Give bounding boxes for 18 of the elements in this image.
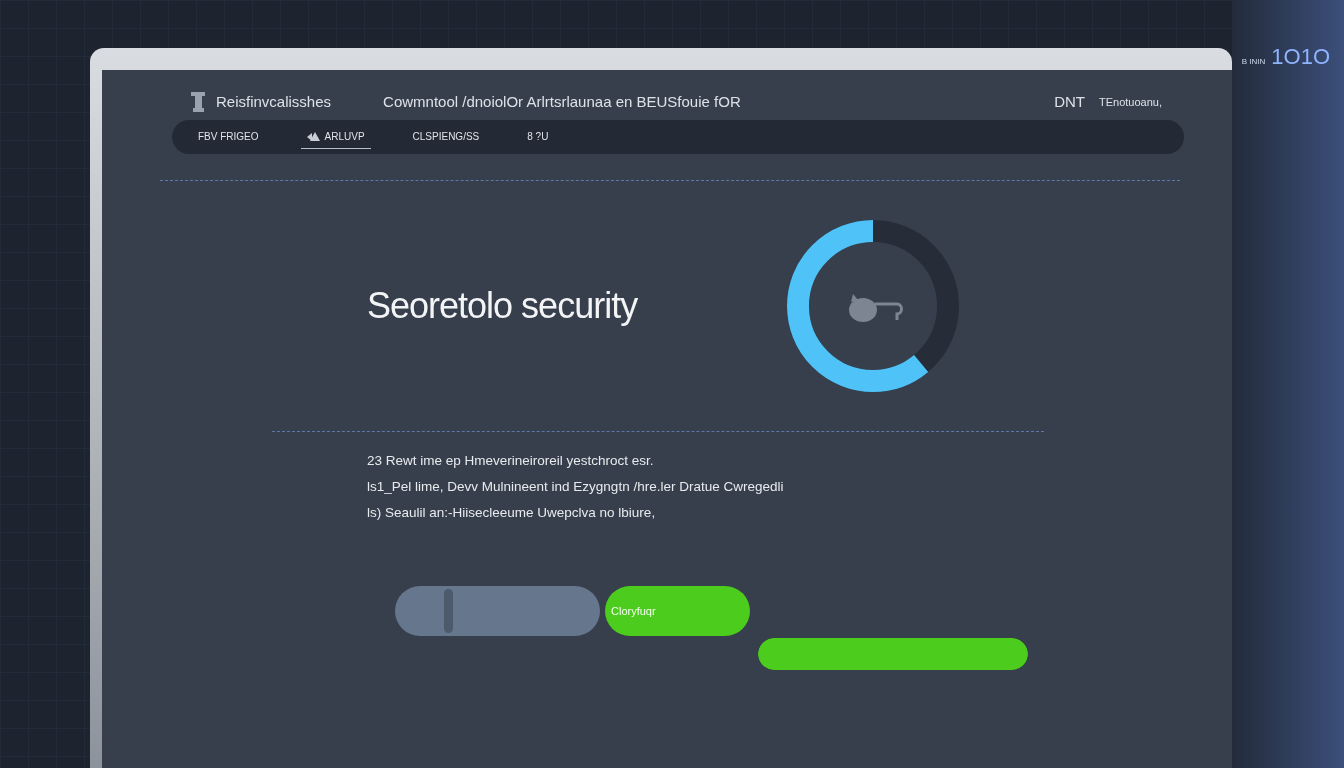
header-code: DNT	[1054, 91, 1085, 112]
tab[interactable]: FBV FRIGEO	[192, 125, 265, 149]
tab[interactable]: CLSPIENG/SS	[406, 125, 486, 149]
header-status: TEnotuoanu,	[1099, 94, 1162, 110]
tab[interactable]: 8 ?U	[521, 125, 555, 149]
slider[interactable]	[395, 586, 600, 636]
text-line: ls1_Pel lime, Devv Mulnineent ind Ezygngtn /hre.ler Dratue Cwregedli	[367, 478, 785, 496]
page-heading: Seoretolo security	[367, 284, 639, 328]
corner-code: 1O1O	[1271, 43, 1330, 71]
text-line: ls) Seaulil an:-Hiisecleeume Uwepclva no lbiure,	[367, 504, 657, 522]
slider-thumb[interactable]	[444, 589, 453, 633]
text-line: 23 Rewt ime ep Hmeverineiroreil yestchroct esr.	[367, 452, 655, 470]
tab[interactable]: ARLUVP	[300, 125, 371, 149]
app-name: Reisfinvcalisshes	[216, 91, 332, 112]
corner-label: B ININ	[1241, 56, 1266, 68]
cat-icon	[849, 294, 903, 322]
logo-icon	[190, 91, 206, 113]
header-title: Cowmntool /dnoiolOr Arlrtsrlaunaa en BEUSfouie fOR	[383, 91, 741, 112]
